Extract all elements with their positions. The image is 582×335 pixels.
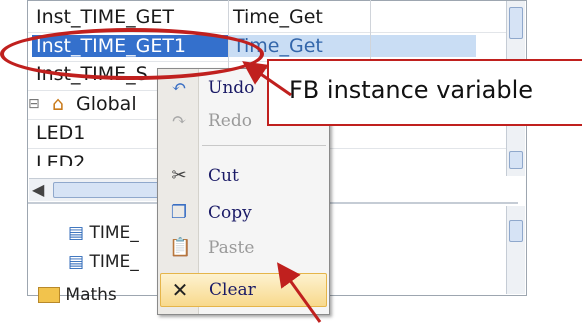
arrow-to-ellipse [242, 61, 292, 97]
annotation-arrows [242, 61, 322, 323]
arrow-to-clear [276, 262, 322, 323]
